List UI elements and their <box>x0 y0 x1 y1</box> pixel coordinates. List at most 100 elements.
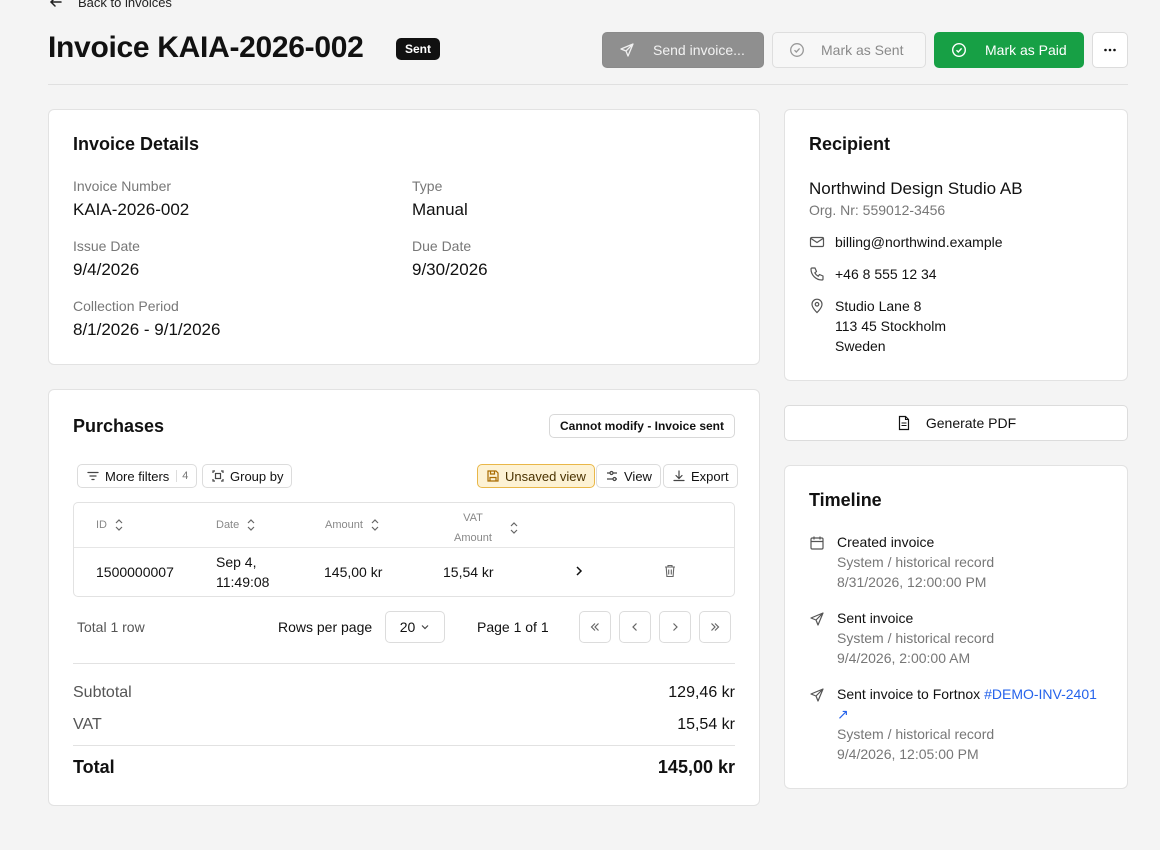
check-circle-icon <box>951 42 967 58</box>
type-label: Type <box>412 178 443 194</box>
unsaved-view-label: Unsaved view <box>505 468 586 484</box>
trash-icon[interactable] <box>663 563 677 579</box>
row-amount: 145,00 kr <box>324 564 383 580</box>
column-vat-label: VAT Amount <box>454 508 492 548</box>
first-page-button[interactable] <box>579 611 611 643</box>
rows-per-page-select[interactable]: 20 <box>385 611 445 643</box>
invoice-details-card: Invoice Details Invoice Number KAIA-2026… <box>48 109 760 365</box>
generate-pdf-label: Generate PDF <box>925 415 1017 431</box>
send-icon <box>619 42 635 58</box>
back-to-invoices-link[interactable]: Back to invoices <box>48 0 172 10</box>
previous-page-button[interactable] <box>619 611 651 643</box>
save-icon <box>486 469 500 483</box>
address-line-1: Studio Lane 8 <box>835 298 922 314</box>
recipient-phone-row: +46 8 555 12 34 <box>809 264 937 284</box>
filter-icon <box>86 469 100 483</box>
address-line-3: Sweden <box>835 338 886 354</box>
vat-label: VAT <box>73 716 102 733</box>
timeline-item-time: 8/31/2026, 12:00:00 PM <box>837 574 987 590</box>
total-divider <box>73 745 735 746</box>
timeline-item: Sent invoice System / historical record … <box>809 608 1097 668</box>
mark-as-paid-label: Mark as Paid <box>985 42 1067 58</box>
collection-period-value: 8/1/2026 - 9/1/2026 <box>73 320 221 339</box>
timeline-item-source: System / historical record <box>837 726 995 742</box>
column-header-vat-amount[interactable]: VAT Amount <box>454 508 519 548</box>
unsaved-view-button[interactable]: Unsaved view <box>477 464 595 488</box>
timeline-item-source: System / historical record <box>837 630 995 646</box>
column-header-date[interactable]: Date <box>216 518 256 532</box>
subtotal-value: 129,46 kr <box>668 684 735 701</box>
view-options-button[interactable]: View <box>596 464 661 488</box>
chevrons-right-icon <box>708 620 722 634</box>
column-id-label: ID <box>96 519 107 531</box>
group-by-button[interactable]: Group by <box>202 464 293 488</box>
purchases-title: Purchases <box>73 416 165 436</box>
arrow-left-icon <box>48 0 64 10</box>
row-id: 1500000007 <box>96 564 174 580</box>
vat-value: 15,54 kr <box>677 716 735 733</box>
total-label: Total <box>73 757 115 777</box>
column-date-label: Date <box>216 519 240 531</box>
due-date-label: Due Date <box>412 238 472 254</box>
row-date-line-2: 11:49:08 <box>216 574 270 590</box>
timeline-title: Timeline <box>809 490 882 510</box>
group-icon <box>211 469 225 483</box>
view-label: View <box>624 468 652 484</box>
page-info: Page 1 of 1 <box>477 619 549 635</box>
status-badge: Sent <box>396 38 441 60</box>
due-date-value: 9/30/2026 <box>412 260 488 279</box>
recipient-email-row: billing@northwind.example <box>809 232 1003 252</box>
recipient-email[interactable]: billing@northwind.example <box>835 232 1003 252</box>
chevron-right-icon[interactable] <box>572 563 586 579</box>
file-icon <box>896 415 912 431</box>
header-row-divider <box>74 547 734 548</box>
issue-date-label: Issue Date <box>73 238 140 254</box>
more-actions-button[interactable] <box>1092 32 1128 68</box>
recipient-title: Recipient <box>809 134 891 154</box>
timeline-item: Created invoice System / historical reco… <box>809 532 1097 592</box>
generate-pdf-button[interactable]: Generate PDF <box>784 405 1128 441</box>
chevron-down-icon <box>420 622 430 632</box>
timeline-card: Timeline Created invoice System / histor… <box>784 465 1128 789</box>
send-invoice-label: Send invoice... <box>653 42 745 58</box>
chevrons-left-icon <box>588 620 602 634</box>
more-filters-button[interactable]: More filters 4 <box>77 464 198 488</box>
row-date-line-1: Sep 4, <box>216 554 257 570</box>
timeline-item-time: 9/4/2026, 2:00:00 AM <box>837 650 971 666</box>
chevron-left-icon <box>628 620 642 634</box>
chevron-right-icon <box>668 620 682 634</box>
row-vat: 15,54 kr <box>443 564 494 580</box>
column-header-amount[interactable]: Amount <box>325 518 380 532</box>
next-page-button[interactable] <box>659 611 691 643</box>
total-value: 145,00 kr <box>657 757 735 777</box>
timeline-item-title-text: Sent invoice to Fortnox <box>837 686 985 702</box>
mark-as-paid-button[interactable]: Mark as Paid <box>934 32 1084 68</box>
issue-date-value: 9/4/2026 <box>73 260 140 279</box>
header-divider <box>48 84 1128 85</box>
more-horizontal-icon <box>1102 42 1118 58</box>
sliders-icon <box>605 469 619 483</box>
mark-as-sent-button[interactable]: Mark as Sent <box>772 32 926 68</box>
timeline-item-title: Created invoice <box>837 534 935 550</box>
export-button[interactable]: Export <box>663 464 738 488</box>
filter-count-badge: 4 <box>176 470 188 482</box>
recipient-phone[interactable]: +46 8 555 12 34 <box>835 264 937 284</box>
timeline-item-time: 9/4/2026, 12:05:00 PM <box>837 746 979 762</box>
column-vat-line-2: Amount <box>454 532 492 544</box>
subtotal-label: Subtotal <box>73 684 132 701</box>
last-page-button[interactable] <box>699 611 731 643</box>
map-pin-icon <box>809 296 825 316</box>
purchases-card: Purchases Cannot modify - Invoice sent M… <box>48 389 760 806</box>
send-icon <box>809 608 825 668</box>
type-value: Manual <box>412 200 468 219</box>
sort-icon <box>509 521 519 535</box>
calendar-icon <box>809 532 825 592</box>
address-line-2: 113 45 Stockholm <box>835 318 947 334</box>
total-rows-text: Total 1 row <box>77 619 145 635</box>
column-header-id[interactable]: ID <box>96 518 124 532</box>
row-date: Sep 4, 11:49:08 <box>216 552 269 592</box>
send-invoice-button[interactable]: Send invoice... <box>602 32 764 68</box>
recipient-name: Northwind Design Studio AB <box>809 179 1023 198</box>
mark-as-sent-label: Mark as Sent <box>821 42 904 58</box>
column-amount-label: Amount <box>325 519 363 531</box>
